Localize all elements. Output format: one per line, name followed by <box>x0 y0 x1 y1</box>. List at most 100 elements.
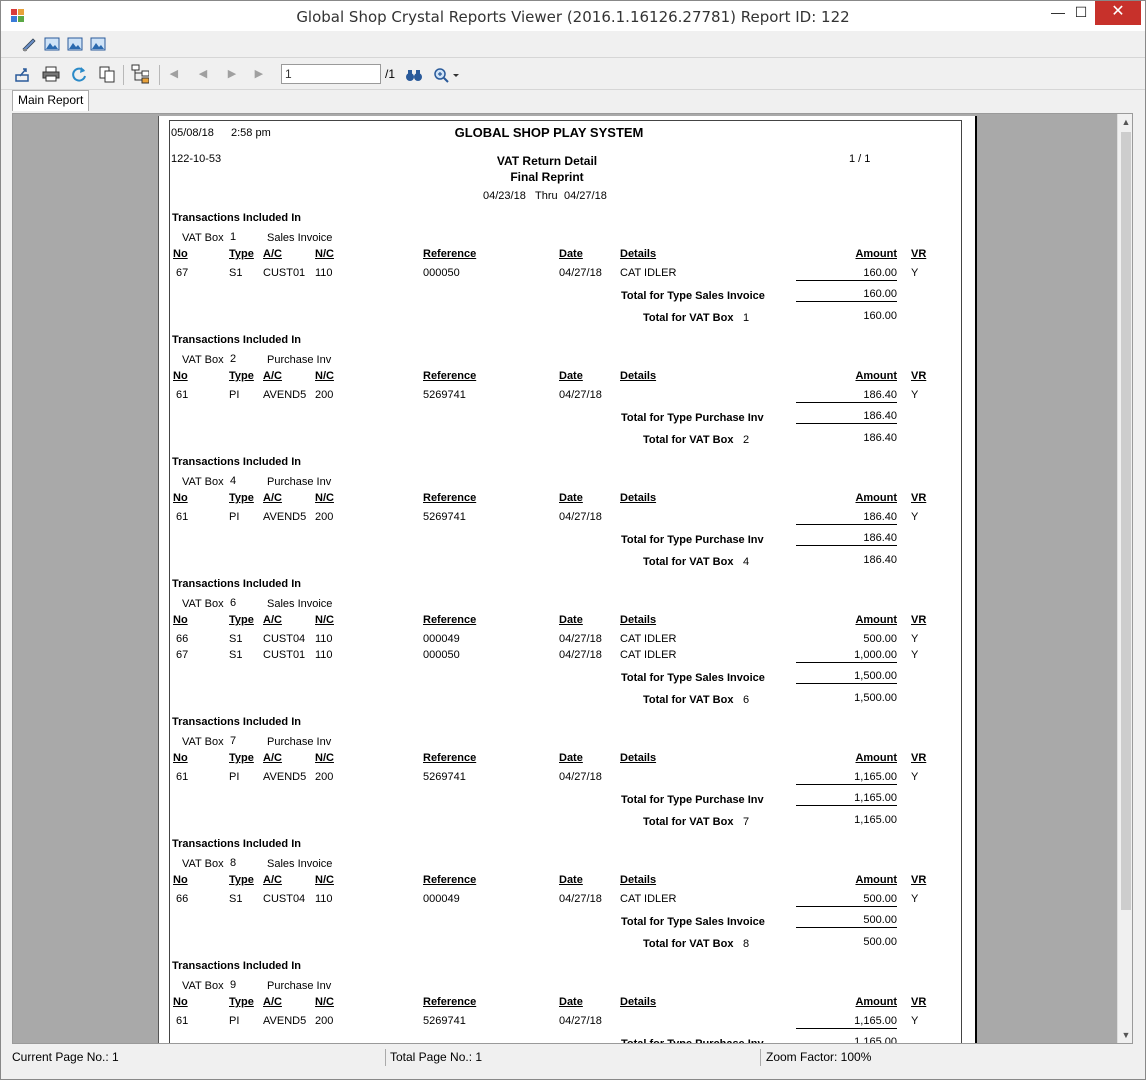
section-title: Transactions Included In <box>172 456 301 468</box>
cell-ac: CUST01 <box>263 649 306 661</box>
close-button[interactable]: ✕ <box>1095 1 1141 25</box>
vat-box-number: 7 <box>230 735 237 747</box>
type-total-amount: 186.40 <box>863 410 897 422</box>
section-title: Transactions Included In <box>172 212 301 224</box>
column-header-ac: A/C <box>263 492 282 504</box>
zoom-icon[interactable] <box>433 66 461 84</box>
custom-toolbar <box>1 31 1145 58</box>
page-number-input[interactable] <box>281 64 381 84</box>
column-header-details: Details <box>620 370 657 382</box>
box-total-rule <box>796 423 897 424</box>
type-total-label: Total for Type Sales Invoice <box>621 290 765 302</box>
column-header-vr: VR <box>911 248 927 260</box>
vat-box-number: 4 <box>230 475 237 487</box>
column-header-type: Type <box>229 614 254 626</box>
column-header-type: Type <box>229 996 254 1008</box>
image-icon-2[interactable] <box>66 35 84 53</box>
box-total-label: Total for VAT Box <box>643 312 734 324</box>
cell-date: 04/27/18 <box>559 1015 602 1027</box>
cell-reference: 5269741 <box>423 771 466 783</box>
image-icon-3[interactable] <box>89 35 107 53</box>
column-header-date: Date <box>559 248 583 260</box>
column-header-vr: VR <box>911 492 927 504</box>
total-page-status: Total Page No.: 1 <box>390 1050 483 1064</box>
box-total-amount: 1,165.00 <box>854 814 897 826</box>
type-total-label: Total for Type Purchase Inv <box>621 534 764 546</box>
export-picture-icon[interactable] <box>20 35 38 53</box>
column-header-nc: N/C <box>315 874 334 886</box>
cell-reference: 000050 <box>423 267 460 279</box>
cell-vr: Y <box>911 511 919 523</box>
cell-amount: 500.00 <box>863 633 897 645</box>
box-total-number: 2 <box>743 434 750 446</box>
print-icon[interactable] <box>42 65 60 83</box>
section-title: Transactions Included In <box>172 334 301 346</box>
column-header-no: No <box>173 996 188 1008</box>
status-bar: Current Page No.: 1 Total Page No.: 1 Zo… <box>1 1047 1145 1069</box>
box-total-label: Total for VAT Box <box>643 938 734 950</box>
vat-box-label: VAT Box <box>182 736 224 748</box>
find-binoculars-icon[interactable] <box>405 66 423 84</box>
vat-box-number: 1 <box>230 231 237 243</box>
date-to: 04/27/18 <box>564 190 607 202</box>
export-icon[interactable] <box>14 65 32 83</box>
previous-page-icon[interactable]: ◀ <box>195 65 211 83</box>
toolbar-separator-2 <box>159 65 160 85</box>
next-page-icon[interactable]: ▶ <box>224 65 240 83</box>
column-header-date: Date <box>559 996 583 1008</box>
group-tree-icon[interactable] <box>131 64 149 84</box>
refresh-icon[interactable] <box>70 65 88 83</box>
scroll-down-icon[interactable]: ▼ <box>1118 1027 1132 1043</box>
report-subtitle: Final Reprint <box>510 170 584 184</box>
box-total-label: Total for VAT Box <box>643 434 734 446</box>
image-icon[interactable] <box>43 35 61 53</box>
column-header-nc: N/C <box>315 752 334 764</box>
type-total-rule <box>796 906 897 907</box>
cell-type: S1 <box>229 267 243 279</box>
date-from: 04/23/18 <box>483 190 526 202</box>
tab-main-report[interactable]: Main Report <box>12 90 90 111</box>
cell-nc: 200 <box>315 1015 334 1027</box>
column-header-reference: Reference <box>423 752 477 764</box>
maximize-button[interactable]: ☐ <box>1065 1 1097 25</box>
vat-box-label: VAT Box <box>182 354 224 366</box>
cell-reference: 000049 <box>423 633 460 645</box>
column-header-reference: Reference <box>423 614 477 626</box>
cell-type: PI <box>229 1015 240 1027</box>
report-code: 122-10-53 <box>171 153 222 165</box>
print-time: 2:58 pm <box>231 127 271 139</box>
cell-reference: 5269741 <box>423 1015 466 1027</box>
scroll-thumb[interactable] <box>1121 132 1131 910</box>
cell-nc: 110 <box>315 267 333 279</box>
cell-date: 04/27/18 <box>559 511 602 523</box>
column-header-vr: VR <box>911 752 927 764</box>
column-header-date: Date <box>559 492 583 504</box>
cell-reference: 000049 <box>423 893 460 905</box>
vat-box-label: VAT Box <box>182 858 224 870</box>
last-page-icon[interactable]: ▶ <box>252 65 268 83</box>
cell-type: PI <box>229 771 240 783</box>
box-total-number: 6 <box>743 694 750 706</box>
cell-type: S1 <box>229 633 243 645</box>
scroll-up-icon[interactable]: ▲ <box>1118 114 1132 130</box>
column-header-reference: Reference <box>423 874 477 886</box>
first-page-icon[interactable]: ◀ <box>167 65 183 83</box>
column-header-nc: N/C <box>315 996 334 1008</box>
box-total-amount: 1,500.00 <box>854 692 897 704</box>
vertical-scrollbar[interactable]: ▲ ▼ <box>1117 114 1132 1043</box>
status-divider <box>385 1049 386 1066</box>
type-total-label: Total for Type Sales Invoice <box>621 672 765 684</box>
section-title: Transactions Included In <box>172 716 301 728</box>
cell-nc: 200 <box>315 389 334 401</box>
column-header-amount: Amount <box>855 874 897 886</box>
report-title: VAT Return Detail <box>496 154 598 168</box>
cell-type: S1 <box>229 649 243 661</box>
cell-amount: 186.40 <box>863 389 897 401</box>
copy-icon[interactable] <box>98 65 116 83</box>
current-page-status: Current Page No.: 1 <box>12 1050 119 1064</box>
cell-no: 61 <box>176 771 189 783</box>
cell-date: 04/27/18 <box>559 649 602 661</box>
box-total-amount: 500.00 <box>863 936 897 948</box>
cell-nc: 110 <box>315 633 333 645</box>
type-total-amount: 1,165.00 <box>854 1036 897 1044</box>
